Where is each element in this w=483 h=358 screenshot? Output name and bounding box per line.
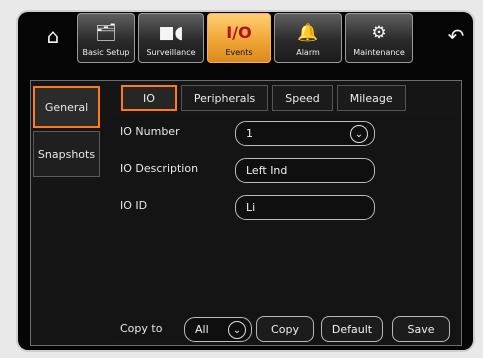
io-number-label: IO Number <box>120 125 180 138</box>
side-tab-snapshots[interactable]: Snapshots <box>33 131 100 177</box>
chevron-down-icon[interactable]: ⌄ <box>228 321 246 339</box>
side-tab-snapshots-label: Snapshots <box>37 147 96 161</box>
wrench-gear-icon: ⚙ <box>371 23 387 43</box>
nav-alarm-button[interactable]: 🔔 Alarm <box>274 13 342 63</box>
bell-icon: 🔔 <box>297 23 319 43</box>
nav-surveillance-label: Surveillance <box>146 48 196 57</box>
nav-maintenance-button[interactable]: ⚙ Maintenance <box>345 13 413 63</box>
sub-tab-mileage[interactable]: Mileage <box>336 85 406 111</box>
sub-tab-speed[interactable]: Speed <box>272 85 333 111</box>
side-tab-general-label: General <box>44 100 89 114</box>
io-description-input[interactable]: Left Ind <box>235 158 375 183</box>
back-arrow-icon[interactable]: ↶ <box>441 22 471 50</box>
copy-button[interactable]: Copy <box>256 316 314 342</box>
copy-to-label: Copy to <box>120 322 163 335</box>
io-number-select[interactable]: 1 ⌄ <box>235 121 375 146</box>
copy-to-select[interactable]: All ⌄ <box>184 317 252 342</box>
io-number-value: 1 <box>246 127 253 140</box>
side-tab-general[interactable]: General <box>33 86 100 128</box>
nav-events-label: Events <box>225 48 253 57</box>
nav-alarm-label: Alarm <box>296 48 320 57</box>
default-button[interactable]: Default <box>321 316 383 342</box>
nav-basic-setup-label: Basic Setup <box>82 48 130 57</box>
settings-panel: General Snapshots IO Peripherals Speed M… <box>30 80 462 346</box>
nav-events-button[interactable]: I/O Events <box>207 13 271 63</box>
camera-icon: ■◖ <box>158 23 184 43</box>
chevron-down-icon[interactable]: ⌄ <box>350 125 368 143</box>
copy-to-value: All <box>195 323 209 336</box>
io-id-label: IO ID <box>120 199 148 212</box>
sd-card-icon: 🗂 <box>95 23 117 43</box>
sub-tabs: IO Peripherals Speed Mileage <box>121 85 406 111</box>
io-settings-area: IO Number 1 ⌄ IO Description Left Ind IO… <box>111 115 457 342</box>
sub-tab-io[interactable]: IO <box>121 85 177 111</box>
io-icon: I/O <box>226 23 252 42</box>
home-icon[interactable]: ⌂ <box>38 22 68 50</box>
top-navigation: 🗂 Basic Setup ■◖ Surveillance I/O Events… <box>77 13 413 65</box>
nav-basic-setup-button[interactable]: 🗂 Basic Setup <box>77 13 135 63</box>
nav-surveillance-button[interactable]: ■◖ Surveillance <box>138 13 204 63</box>
nav-maintenance-label: Maintenance <box>353 48 405 57</box>
io-id-input[interactable]: Li <box>235 195 375 220</box>
save-button[interactable]: Save <box>392 316 450 342</box>
sub-tab-peripherals[interactable]: Peripherals <box>180 85 269 111</box>
io-description-label: IO Description <box>120 162 199 175</box>
